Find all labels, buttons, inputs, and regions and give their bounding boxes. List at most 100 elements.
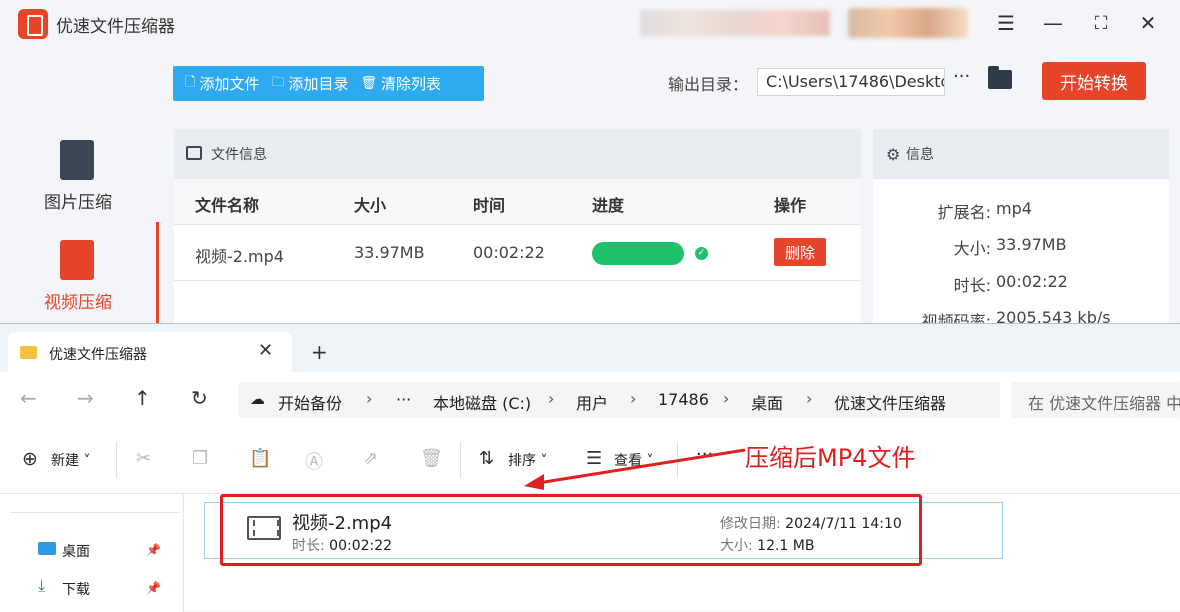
refresh-icon[interactable]: ↻	[191, 386, 208, 410]
pin-icon: 📌	[146, 543, 161, 557]
new-button[interactable]: 新建 ˅	[51, 450, 90, 470]
add-file-label: 添加文件	[199, 75, 260, 93]
breadcrumb-item[interactable]: 用户	[576, 390, 608, 414]
divider	[10, 512, 180, 513]
file-time-cell: 00:02:22	[473, 243, 545, 262]
info-value: 33.97MB	[996, 235, 1067, 254]
add-dir-button[interactable]: 🗀 添加目录	[271, 73, 348, 95]
up-icon[interactable]: ↑	[134, 386, 151, 410]
info-value: 00:02:22	[996, 272, 1068, 291]
breadcrumb: ☁ 开始备份 › ··· 本地磁盘 (C:) › 用户 › 17486 › 桌面…	[238, 382, 1000, 418]
file-name-cell: 视频-2.mp4	[195, 247, 284, 266]
info-key: 扩展名:	[937, 203, 991, 222]
chevron-right-icon: ›	[548, 389, 555, 408]
image-icon	[186, 146, 202, 160]
annotation-label: 压缩后MP4文件	[745, 444, 916, 472]
chevron-right-icon: ›	[806, 389, 813, 408]
table-header: 文件名称 大小 时间 进度 操作	[174, 179, 861, 225]
add-dir-label: 添加目录	[288, 75, 349, 93]
rename-icon[interactable]: Ⓐ	[305, 448, 323, 474]
folder-outline-icon: 🗀	[271, 74, 285, 90]
close-tab-icon[interactable]: ✕	[258, 340, 273, 361]
search-input[interactable]: 在 优速文件压缩器 中	[1011, 382, 1180, 418]
copy-icon[interactable]: ❐	[192, 448, 208, 469]
progress-bar	[592, 242, 684, 265]
info-value: mp4	[996, 199, 1032, 218]
file-icon: 🗋	[185, 74, 196, 90]
blurred-user-info	[640, 10, 830, 36]
file-info-header: 文件信息	[174, 129, 861, 179]
start-convert-button[interactable]: 开始转换	[1042, 62, 1146, 100]
new-tab-button[interactable]: +	[311, 340, 328, 364]
row-divider	[174, 280, 861, 281]
back-icon[interactable]: ←	[20, 386, 37, 410]
tab-bar: 优速文件压缩器 ✕ +	[0, 324, 1180, 372]
chevron-right-icon: ›	[630, 389, 637, 408]
close-icon[interactable]: ✕	[1132, 8, 1164, 38]
sidebar-item-label: 视频压缩	[44, 293, 112, 313]
highlight-box	[220, 494, 922, 566]
breadcrumb-more[interactable]: ···	[396, 390, 411, 409]
new-icon: ⊕	[22, 448, 38, 470]
info-header: ⚙ 信息	[873, 129, 1169, 179]
breadcrumb-backup[interactable]: 开始备份	[278, 390, 342, 414]
active-indicator	[156, 222, 159, 332]
chevron-right-icon: ›	[723, 389, 730, 408]
share-icon[interactable]: ⇗	[363, 448, 378, 469]
column-header: 大小	[354, 196, 387, 215]
file-toolbar: 🗋 添加文件 🗀 添加目录 🗑 清除列表	[173, 66, 484, 101]
cut-icon[interactable]: ✂	[136, 448, 151, 469]
breadcrumb-item[interactable]: 桌面	[751, 390, 783, 414]
delete-button[interactable]: 删除	[774, 238, 826, 266]
breadcrumb-item[interactable]: 17486	[658, 390, 709, 409]
cloud-backup-icon: ☁	[250, 390, 265, 408]
breadcrumb-item[interactable]: 本地磁盘 (C:)	[433, 390, 531, 414]
annotation-arrow	[524, 448, 746, 490]
sidebar-item-label: 图片压缩	[44, 193, 112, 213]
file-info-panel: 文件信息 文件名称 大小 时间 进度 操作 视频-2.mp4 33.97MB 0…	[174, 129, 861, 339]
more-options-button[interactable]: ···	[953, 66, 970, 87]
clear-list-button[interactable]: 🗑 清除列表	[361, 73, 442, 94]
sidebar-item-video-compress[interactable]: 视频压缩	[0, 240, 160, 330]
desktop-icon	[38, 542, 56, 555]
sort-icon: ⇅	[479, 448, 495, 469]
maximize-icon[interactable]: ⛶	[1085, 8, 1117, 38]
sidebar-item-image-compress[interactable]: 图片压缩	[0, 140, 160, 230]
info-key: 时长:	[953, 276, 991, 295]
new-label: 新建	[51, 453, 79, 469]
blurred-avatar	[848, 8, 968, 38]
info-panel: ⚙ 信息 扩展名: mp4 大小: 33.97MB 时长: 00:02:22 视…	[873, 129, 1169, 339]
output-dir-input[interactable]: C:\Users\17486\Deskto	[757, 68, 945, 96]
chevron-right-icon: ›	[366, 389, 373, 408]
divider	[116, 442, 117, 478]
tab-explorer[interactable]: 优速文件压缩器 ✕	[8, 332, 292, 372]
nav-item-downloads[interactable]: 下载	[62, 579, 90, 599]
pin-icon: 📌	[146, 581, 161, 595]
arrow-line	[537, 448, 746, 485]
open-folder-icon[interactable]	[988, 66, 1012, 89]
paste-icon[interactable]: 📋	[249, 448, 271, 469]
title-bar: 优速文件压缩器 ☰ — ⛶ ✕	[0, 0, 1180, 48]
forward-icon[interactable]: →	[77, 386, 94, 410]
app-title: 优速文件压缩器	[56, 17, 175, 37]
nav-item-desktop[interactable]: 桌面	[62, 541, 90, 561]
breadcrumb-item[interactable]: 优速文件压缩器	[834, 390, 946, 414]
check-icon: ✓	[695, 247, 708, 260]
minimize-icon[interactable]: —	[1037, 8, 1069, 38]
file-size-cell: 33.97MB	[354, 243, 425, 262]
gear-icon: ⚙	[886, 145, 901, 164]
info-title: 信息	[906, 147, 934, 163]
add-file-button[interactable]: 🗋 添加文件	[185, 73, 259, 95]
column-header: 时间	[473, 196, 506, 215]
sidebar: 图片压缩 视频压缩	[0, 48, 160, 338]
navigation-pane: 桌面 📌 ⤓ 下载 📌	[0, 494, 184, 612]
trash-icon: 🗑	[360, 76, 378, 91]
tab-label: 优速文件压缩器	[49, 347, 147, 363]
divider	[460, 442, 461, 478]
menu-icon[interactable]: ☰	[990, 8, 1022, 38]
app-logo-icon	[18, 9, 48, 39]
column-header: 文件名称	[195, 196, 260, 215]
delete-icon[interactable]: 🗑	[420, 448, 443, 469]
download-icon: ⤓	[38, 576, 46, 595]
column-header: 操作	[774, 196, 807, 215]
